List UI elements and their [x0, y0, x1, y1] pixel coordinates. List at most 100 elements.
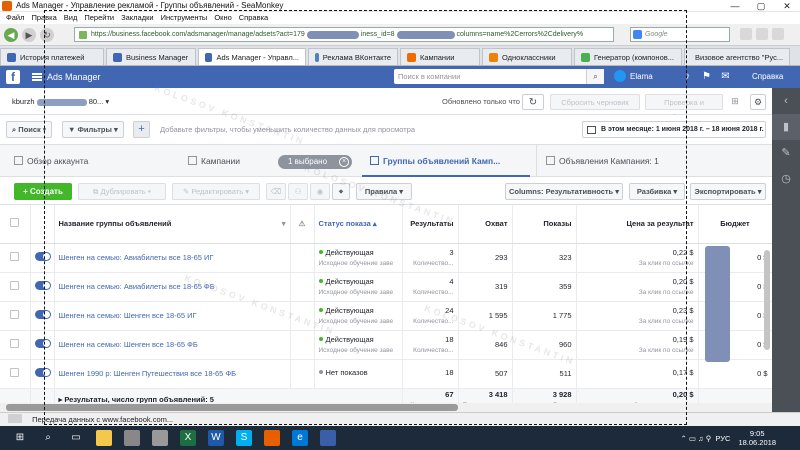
column-header-name[interactable]: Название группы объявлений ▾ — [54, 205, 291, 244]
date-range-picker[interactable]: В этом месяце: 1 июня 2018 г. – 18 июня … — [582, 121, 766, 138]
browser-tab[interactable]: Одноклассники — [482, 48, 572, 65]
file-explorer-icon[interactable] — [96, 430, 112, 446]
excel-icon[interactable]: X — [180, 430, 196, 446]
row-checkbox[interactable] — [10, 252, 20, 261]
menu-bookmarks[interactable]: Закладки — [121, 13, 153, 22]
close-button[interactable]: ✕ — [774, 0, 800, 12]
refresh-icon[interactable]: ↻ — [522, 94, 544, 110]
menu-help[interactable]: Справка — [239, 13, 268, 22]
reload-icon[interactable]: ↻ — [40, 27, 54, 42]
calculator-icon[interactable] — [124, 430, 140, 446]
skype-icon[interactable]: S — [236, 430, 252, 446]
vertical-scrollbar[interactable] — [764, 250, 770, 350]
on-off-toggle[interactable] — [34, 310, 51, 319]
preview-icon[interactable]: ◉ — [310, 183, 330, 200]
history-icon[interactable]: ◷ — [772, 166, 800, 192]
row-checkbox-cell[interactable] — [0, 243, 31, 273]
search-filter-button[interactable]: ⌕ Поиск ▾ — [6, 121, 53, 138]
edit-button[interactable]: ✎ Редактировать ▾ — [172, 183, 260, 200]
system-clock[interactable]: 9:05 18.06.2018 — [738, 429, 776, 447]
on-off-toggle[interactable] — [34, 368, 51, 377]
row-checkbox[interactable] — [10, 368, 20, 377]
hamburger-menu-icon[interactable] — [32, 73, 42, 81]
browser-tab[interactable]: Визовое агентство "Рус... — [684, 48, 790, 65]
app-icon[interactable] — [152, 430, 168, 446]
pencil-icon[interactable]: ✎ — [772, 140, 800, 166]
column-header-budget[interactable]: Бюджет — [698, 205, 772, 244]
tray-icons[interactable]: ⌃ ▭ ♫ ⚲ — [681, 434, 716, 443]
tab-account-overview[interactable]: Обзор аккаунта — [14, 153, 88, 169]
forward-arrow-icon[interactable]: ▶ — [22, 27, 36, 42]
menu-edit[interactable]: Правка — [31, 13, 56, 22]
collapse-arrow-icon[interactable]: ‹ — [772, 88, 800, 114]
table-row[interactable]: Шенген 1990 р: Шенген Путешествия все 18… — [0, 359, 772, 389]
browser-tab[interactable]: История платежей — [0, 48, 104, 65]
toggle-cell[interactable] — [30, 330, 55, 360]
toggle-cell[interactable] — [30, 301, 55, 331]
column-header-status[interactable]: Статус показа ▴ — [314, 205, 403, 244]
browser-tab[interactable]: Генератор (компонов... — [574, 48, 682, 65]
duplicate-button[interactable]: ⧉ Дублировать ▾ — [78, 183, 166, 200]
column-header-impressions[interactable]: Показы — [512, 205, 577, 244]
breakdown-button[interactable]: Разбивка ▾ — [629, 183, 685, 200]
menu-view[interactable]: Вид — [64, 13, 78, 22]
toggle-cell[interactable] — [30, 359, 55, 389]
table-row[interactable]: Шенген на семью: Авиабилеты все 18-65 ИГ… — [0, 243, 772, 273]
on-off-toggle[interactable] — [34, 281, 51, 290]
tag-icon[interactable]: ⌖ — [332, 183, 350, 200]
column-header-reach[interactable]: Охват — [458, 205, 513, 244]
select-all-header[interactable] — [0, 205, 31, 244]
adset-name[interactable]: Шенген на семью: Шенген все 18-65 ИГ — [54, 301, 291, 331]
seamonkey-taskbar-icon[interactable] — [320, 430, 336, 446]
user-profile[interactable]: Elama — [614, 70, 653, 82]
gear-icon[interactable]: ⚙ — [750, 94, 766, 110]
menu-tools[interactable]: Инструменты — [161, 13, 208, 22]
chart-icon[interactable]: ▮ — [772, 114, 800, 140]
home-icon[interactable] — [740, 28, 752, 40]
clear-selection-icon[interactable]: × — [339, 157, 349, 167]
url-bar[interactable]: https://business.facebook.com/adsmanager… — [74, 27, 614, 42]
input-language[interactable]: РУС — [715, 434, 730, 443]
menu-file[interactable]: Файл — [6, 13, 24, 22]
row-checkbox-cell[interactable] — [0, 330, 31, 360]
on-off-toggle[interactable] — [34, 339, 51, 348]
browser-tab[interactable]: Ads Manager - Управл... — [198, 48, 306, 65]
campaign-search-input[interactable]: Поиск в компании ⌕ — [394, 69, 604, 84]
toggle-cell[interactable] — [30, 272, 55, 302]
discard-drafts-button[interactable]: Сбросить черновик — [550, 94, 640, 110]
browser-tab[interactable]: Реклама ВКонтакте — [308, 48, 398, 65]
tab-ads[interactable]: Объявления Кампания: 1 — [546, 153, 659, 169]
select-all-checkbox[interactable] — [10, 218, 20, 228]
flag-icon[interactable]: ⚑ — [701, 71, 712, 82]
download-icon[interactable] — [756, 28, 768, 40]
rules-button[interactable]: Правила ▾ — [356, 183, 412, 200]
task-view-icon[interactable]: ▭ — [68, 430, 84, 446]
table-row[interactable]: Шенген на семью: Шенген все 18-65 ФБ Дейс… — [0, 330, 772, 360]
export-button[interactable]: Экспортировать ▾ — [690, 183, 766, 200]
on-off-toggle[interactable] — [34, 252, 51, 261]
word-icon[interactable]: W — [208, 430, 224, 446]
maximize-button[interactable]: ▢ — [748, 0, 774, 12]
review-publish-button[interactable]: Проверка и публикация — [645, 94, 723, 122]
menu-go[interactable]: Перейти — [84, 13, 114, 22]
scrollbar-thumb[interactable] — [6, 404, 458, 411]
browser-tab[interactable]: Кампании — [400, 48, 480, 65]
help-link[interactable]: Справка — [752, 72, 783, 81]
adset-name[interactable]: Шенген на семью: Авиабилеты все 18-65 ИГ — [54, 243, 291, 273]
add-filter-button[interactable]: + — [133, 121, 150, 138]
column-header-cpr[interactable]: Цена за результат — [576, 205, 699, 244]
row-checkbox[interactable] — [10, 339, 20, 348]
table-row[interactable]: Шенген на семью: Авиабилеты все 18-65 ФБ… — [0, 272, 772, 302]
table-row[interactable]: Шенген на семью: Шенген все 18-65 ИГ Дейс… — [0, 301, 772, 331]
search-icon[interactable]: ⌕ — [586, 69, 604, 84]
mail-icon[interactable] — [772, 28, 784, 40]
horizontal-scrollbar[interactable] — [0, 403, 772, 412]
row-checkbox[interactable] — [10, 281, 20, 290]
adset-name[interactable]: Шенген 1990 р: Шенген Путешествия все 18… — [54, 359, 291, 389]
edge-icon[interactable]: e — [292, 430, 308, 446]
row-checkbox[interactable] — [10, 310, 20, 319]
tab-campaigns[interactable]: Кампании — [188, 153, 240, 169]
row-checkbox-cell[interactable] — [0, 272, 31, 302]
account-selector[interactable]: kburzh 80... ▾ — [6, 94, 154, 109]
tab-adsets[interactable]: Группы объявлений Камп... — [370, 153, 500, 169]
